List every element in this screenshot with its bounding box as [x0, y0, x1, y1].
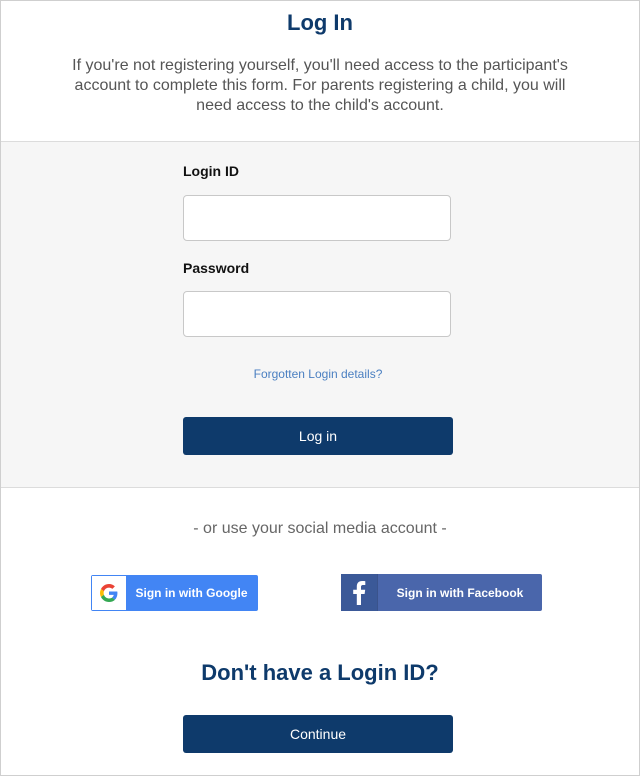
login-panel: Log In If you're not registering yoursel…	[0, 0, 640, 776]
login-form: Login ID Password Forgotten Login detail…	[1, 142, 639, 488]
intro-text: If you're not registering yourself, you'…	[72, 57, 568, 114]
forgot-login-link[interactable]: Forgotten Login details?	[183, 367, 453, 381]
facebook-logo-icon	[341, 574, 378, 611]
social-section: - or use your social media account - Sig…	[1, 488, 639, 775]
header-section: Log In If you're not registering yoursel…	[1, 1, 639, 142]
login-button[interactable]: Log in	[183, 417, 453, 455]
facebook-signin-button[interactable]: Sign in with Facebook	[341, 574, 542, 611]
password-label: Password	[183, 260, 250, 276]
page-title: Log In	[287, 10, 353, 35]
no-login-id-heading: Don't have a Login ID?	[201, 660, 439, 685]
google-signin-label: Sign in with Google	[135, 586, 248, 600]
social-divider-text: - or use your social media account -	[193, 520, 447, 537]
google-signin-button[interactable]: Sign in with Google	[91, 575, 258, 611]
login-id-input[interactable]	[183, 195, 451, 241]
continue-button[interactable]: Continue	[183, 715, 453, 753]
facebook-signin-label: Sign in with Facebook	[396, 585, 524, 600]
google-logo-icon	[92, 576, 126, 610]
password-input[interactable]	[183, 291, 451, 337]
login-id-label: Login ID	[183, 163, 239, 179]
